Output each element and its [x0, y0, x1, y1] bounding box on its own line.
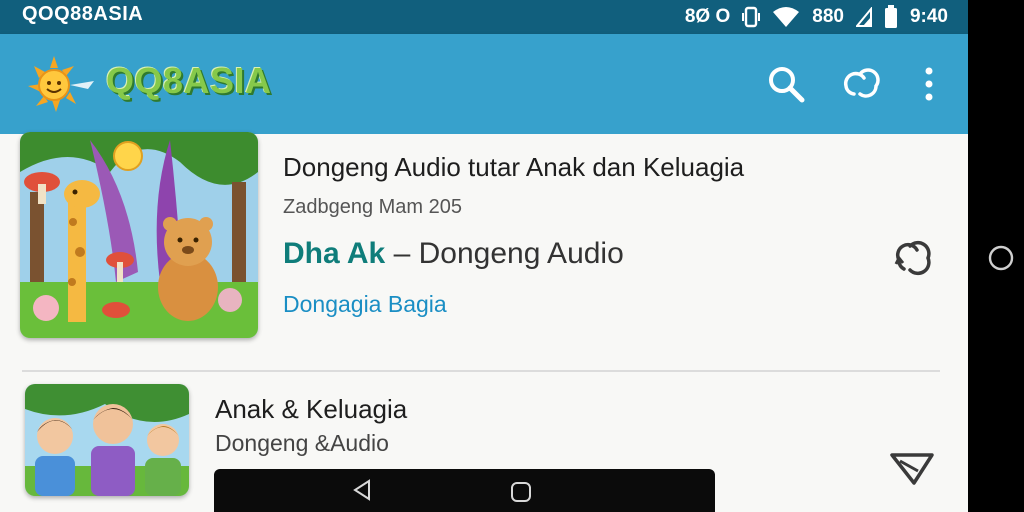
- more-vert-icon[interactable]: [908, 62, 950, 106]
- home-icon[interactable]: [510, 481, 532, 508]
- navigation-bar: [214, 469, 715, 512]
- app-title: QQ8ASIA: [106, 60, 272, 101]
- app-bar: QQ8ASIA: [0, 34, 968, 134]
- story-title: Dongeng Audio tutar Anak dan Keluagia: [283, 152, 745, 182]
- story-featured-line: Dha Ak – Dongeng Audio: [283, 237, 624, 271]
- story-thumbnail-image: [20, 132, 258, 338]
- list-item[interactable]: Dongeng Audio tutar Anak dan Keluagia Za…: [0, 132, 968, 370]
- story-category-link[interactable]: Dongagia Bagia: [283, 291, 447, 318]
- vibrate-icon: [742, 6, 761, 28]
- sync-icon[interactable]: [888, 235, 938, 281]
- status-bar: QOQ88ASIA 8Ø O 880 9:40: [0, 0, 968, 34]
- status-indicators: 8Ø O: [684, 6, 731, 27]
- app-screen: QOQ88ASIA 8Ø O 880 9:40 QQ8ASIA Dongeng …: [0, 0, 968, 512]
- story-featured-text: – Dongeng Audio: [385, 237, 624, 270]
- story-subtitle: Zadbgeng Mam 205: [283, 196, 463, 218]
- back-icon[interactable]: [352, 479, 372, 506]
- story-subtitle: Dongeng &Audio: [215, 430, 389, 456]
- status-icons: 8Ø O 880 9:40: [685, 3, 948, 31]
- content-list: Dongeng Audio tutar Anak dan Keluagia Za…: [0, 132, 968, 512]
- sync-icon[interactable]: [838, 62, 882, 106]
- list-divider: [22, 370, 940, 372]
- story-thumbnail-image: [25, 384, 189, 496]
- status-carrier-text: QOQ88ASIA: [22, 3, 144, 25]
- battery-level-text: 880: [812, 6, 844, 27]
- battery-icon: [884, 5, 898, 29]
- wifi-icon: [772, 6, 800, 28]
- search-icon[interactable]: [764, 62, 808, 106]
- send-icon[interactable]: [885, 444, 939, 490]
- story-featured-highlight: Dha Ak: [283, 237, 386, 270]
- clock: 9:40: [909, 6, 948, 27]
- signal-icon: [855, 7, 872, 27]
- story-title: Anak & Keluagia: [215, 394, 408, 424]
- sun-logo-icon[interactable]: [26, 54, 96, 114]
- side-home-icon[interactable]: [987, 244, 1015, 272]
